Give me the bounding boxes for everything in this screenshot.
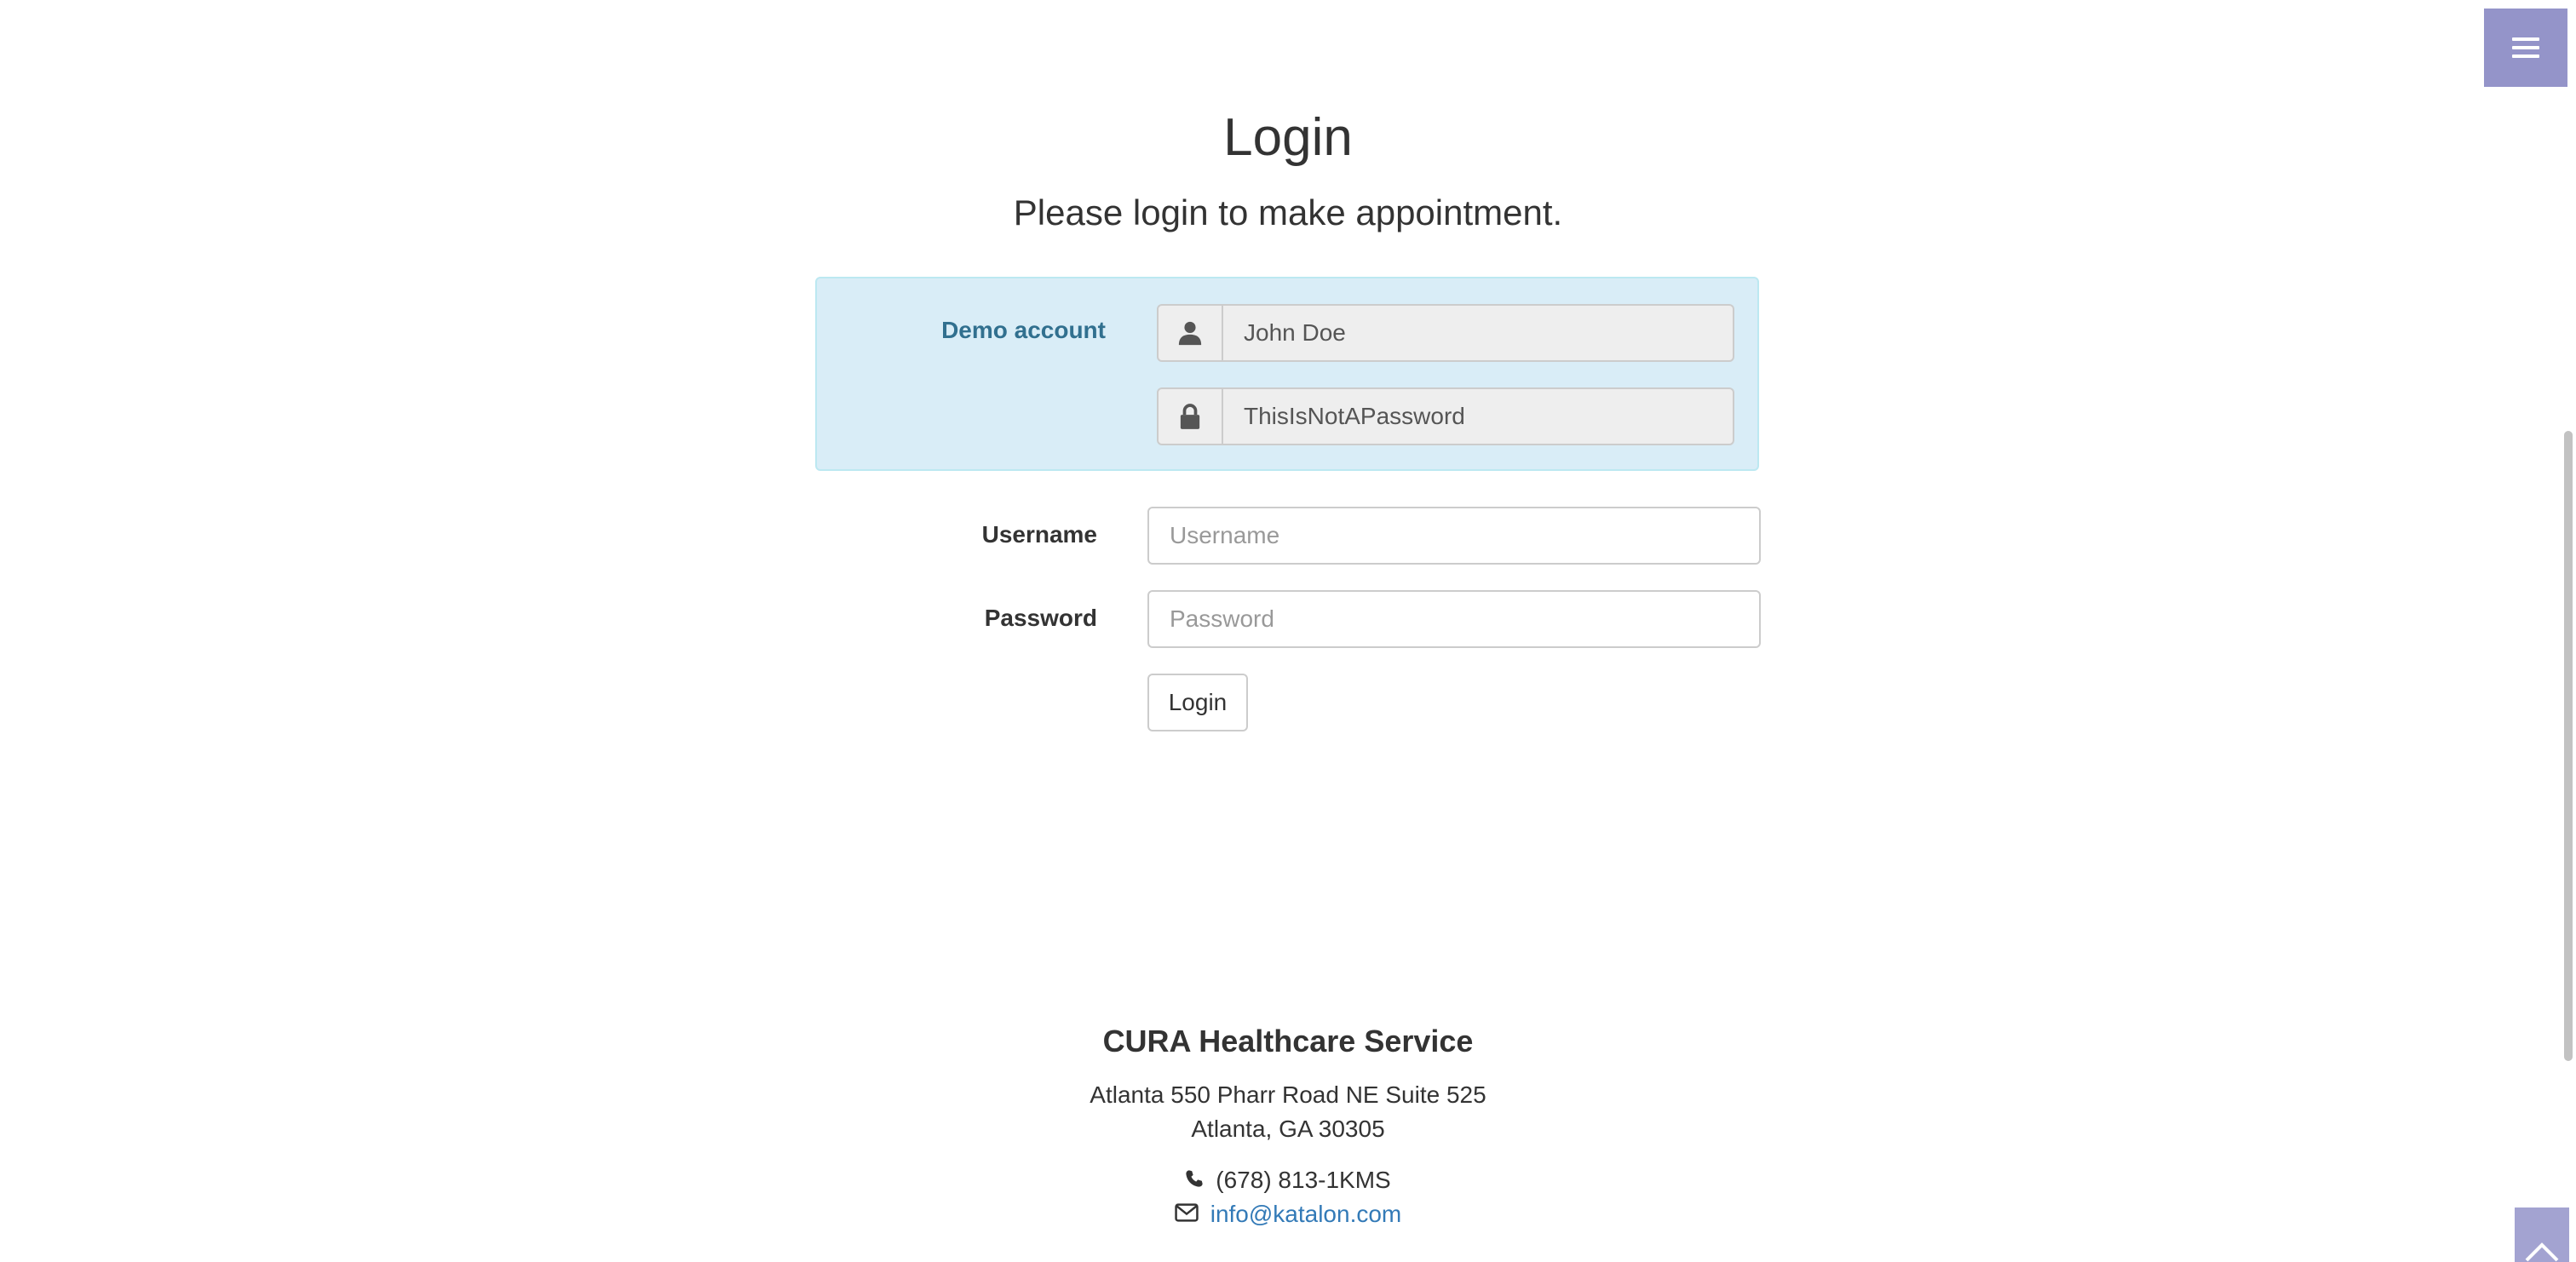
footer-email-link[interactable]: info@katalon.com: [1210, 1201, 1402, 1228]
login-button[interactable]: Login: [1147, 674, 1248, 731]
footer-phone-text: (678) 813-1KMS: [1216, 1167, 1391, 1193]
scrollbar[interactable]: [2561, 0, 2576, 1262]
demo-username-group: [1157, 304, 1734, 362]
phone-icon: [1185, 1167, 1204, 1194]
lock-icon: [1157, 387, 1223, 445]
footer-title: CURA Healthcare Service: [1102, 1024, 1474, 1058]
footer-phone: (678) 813-1KMS: [0, 1167, 2576, 1194]
password-label: Password: [984, 605, 1097, 631]
scrollbar-thumb[interactable]: [2564, 431, 2573, 1061]
menu-toggle-button[interactable]: [2484, 9, 2567, 87]
footer-address-line1: Atlanta 550 Pharr Road NE Suite 525: [1090, 1081, 1486, 1108]
page-title: Login: [1223, 108, 1353, 167]
password-input[interactable]: [1147, 590, 1761, 648]
footer-address-line2: Atlanta, GA 30305: [1191, 1116, 1385, 1142]
demo-password-field[interactable]: [1223, 387, 1734, 445]
demo-account-label: Demo account: [941, 317, 1106, 343]
hamburger-menu-icon: [2512, 37, 2539, 58]
demo-password-group: [1157, 387, 1734, 445]
envelope-icon: [1175, 1201, 1199, 1228]
page-subtitle: Please login to make appointment.: [1013, 192, 1563, 232]
chevron-up-icon: [2525, 1242, 2559, 1262]
username-label: Username: [981, 521, 1097, 548]
back-to-top-button[interactable]: [2515, 1208, 2569, 1262]
user-icon: [1157, 304, 1223, 362]
username-input[interactable]: [1147, 507, 1761, 565]
demo-username-field[interactable]: [1223, 304, 1734, 362]
footer-email: info@katalon.com: [0, 1201, 2576, 1228]
login-page: Login Please login to make appointment. …: [0, 0, 2576, 1262]
